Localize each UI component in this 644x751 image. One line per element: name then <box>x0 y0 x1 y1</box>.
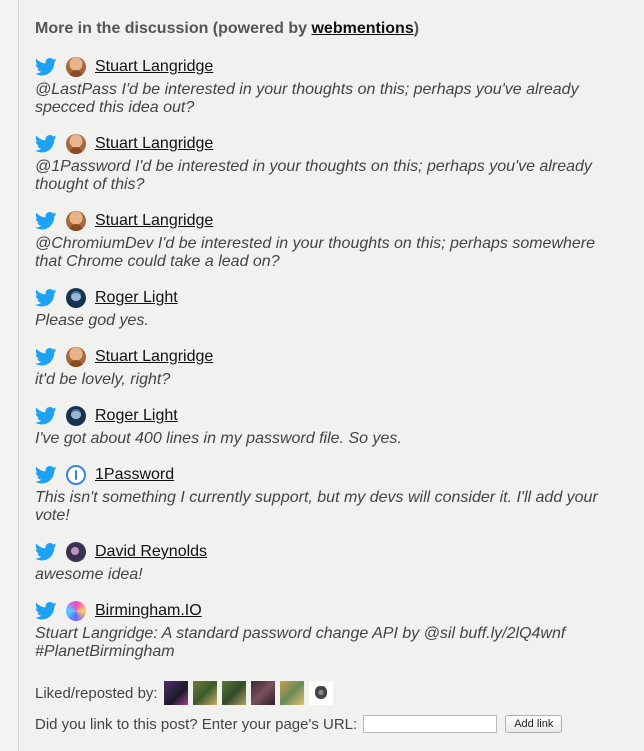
mention-item: Stuart Langridge @ChromiumDev I'd be int… <box>35 209 630 271</box>
mention-item: 1Password This isn't something I current… <box>35 463 630 525</box>
stuart-avatar <box>66 134 86 154</box>
liker-avatar[interactable] <box>308 681 333 705</box>
mention-item: Stuart Langridge @LastPass I'd be intere… <box>35 55 630 117</box>
mention-text: Stuart Langridge: A standard password ch… <box>35 625 566 660</box>
twitter-icon <box>35 466 57 484</box>
roger-avatar <box>66 406 86 426</box>
add-link-prompt: Did you link to this post? Enter your pa… <box>35 715 358 733</box>
author-link[interactable]: David Reynolds <box>95 543 207 561</box>
mention-text: Please god yes. <box>35 312 149 329</box>
twitter-icon <box>35 58 57 76</box>
mention-item: Stuart Langridge it'd be lovely, right? <box>35 345 630 389</box>
liked-row: Liked/reposted by: <box>35 681 630 705</box>
webmentions-section: More in the discussion (powered by webme… <box>35 0 630 733</box>
mention-text: I've got about 400 lines in my password … <box>35 430 402 447</box>
stuart-avatar <box>66 211 86 231</box>
webmentions-link[interactable]: webmentions <box>311 20 413 37</box>
author-link[interactable]: Stuart Langridge <box>95 212 213 230</box>
mention-text: This isn't something I currently support… <box>35 489 598 524</box>
author-link[interactable]: Stuart Langridge <box>95 135 213 153</box>
mention-text: @1Password I'd be interested in your tho… <box>35 158 592 193</box>
liker-avatar[interactable] <box>221 681 246 705</box>
1password-avatar <box>66 465 86 485</box>
mention-item: Roger Light Please god yes. <box>35 286 630 330</box>
heading-suffix: ) <box>413 20 420 37</box>
birmingham-avatar <box>66 601 86 621</box>
mention-text: @ChromiumDev I'd be interested in your t… <box>35 235 596 270</box>
section-heading: More in the discussion (powered by webme… <box>35 18 630 40</box>
author-link[interactable]: Roger Light <box>95 289 178 307</box>
liker-avatar[interactable] <box>279 681 304 705</box>
twitter-icon <box>35 135 57 153</box>
twitter-icon <box>35 212 57 230</box>
author-link[interactable]: Roger Light <box>95 407 178 425</box>
mention-item: Roger Light I've got about 400 lines in … <box>35 404 630 448</box>
heading-prefix: More in the discussion (powered by <box>35 20 312 37</box>
mention-text: @LastPass I'd be interested in your thou… <box>35 81 579 116</box>
liker-avatar[interactable] <box>163 681 188 705</box>
left-border <box>0 0 19 751</box>
author-link[interactable]: Stuart Langridge <box>95 348 213 366</box>
add-link-button[interactable]: Add link <box>505 715 563 733</box>
twitter-icon <box>35 543 57 561</box>
roger-avatar <box>66 288 86 308</box>
liker-avatar[interactable] <box>192 681 217 705</box>
twitter-icon <box>35 289 57 307</box>
stuart-avatar <box>66 347 86 367</box>
stuart-avatar <box>66 57 86 77</box>
liked-label: Liked/reposted by: <box>35 684 158 702</box>
url-input[interactable] <box>363 715 498 733</box>
liker-avatar[interactable] <box>250 681 275 705</box>
twitter-icon <box>35 602 57 620</box>
twitter-icon <box>35 407 57 425</box>
author-link[interactable]: Birmingham.IO <box>95 602 202 620</box>
add-link-form: Did you link to this post? Enter your pa… <box>35 715 630 733</box>
author-link[interactable]: Stuart Langridge <box>95 58 213 76</box>
mention-text: it'd be lovely, right? <box>35 371 171 388</box>
twitter-icon <box>35 348 57 366</box>
author-link[interactable]: 1Password <box>95 466 174 484</box>
mention-item: Birmingham.IO Stuart Langridge: A standa… <box>35 599 630 661</box>
mention-item: David Reynolds awesome idea! <box>35 540 630 584</box>
david-avatar <box>66 542 86 562</box>
mention-text: awesome idea! <box>35 566 143 583</box>
mention-item: Stuart Langridge @1Password I'd be inter… <box>35 132 630 194</box>
